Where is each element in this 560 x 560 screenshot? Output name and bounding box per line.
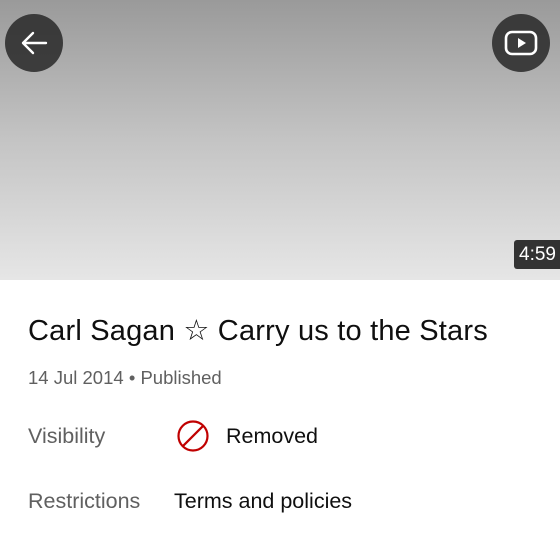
visibility-row[interactable]: Visibility Removed [28,416,538,456]
back-button[interactable] [5,14,63,72]
duration-badge: 4:59 [514,240,560,269]
youtube-play-icon [504,30,538,56]
video-details: Carl Sagan ☆ Carry us to the Stars 14 Ju… [0,280,560,560]
publish-date: 14 Jul 2014 [28,367,124,388]
video-meta: 14 Jul 2014 • Published [28,367,222,389]
publish-status: Published [140,367,222,388]
video-title: Carl Sagan ☆ Carry us to the Stars [28,315,488,347]
play-on-youtube-button[interactable] [492,14,550,72]
prohibited-icon [176,419,210,453]
video-details-screen: 4:59 Carl Sagan ☆ Carry us to the Stars … [0,0,560,560]
meta-separator: • [128,367,136,388]
restrictions-value[interactable]: Terms and policies [174,489,352,514]
arrow-left-icon [18,27,50,59]
visibility-label: Visibility [28,424,106,448]
video-thumbnail[interactable]: 4:59 [0,0,560,280]
restrictions-label: Restrictions [28,489,141,513]
restrictions-row[interactable]: Restrictions Terms and policies [28,481,538,521]
visibility-value: Removed [226,424,319,448]
